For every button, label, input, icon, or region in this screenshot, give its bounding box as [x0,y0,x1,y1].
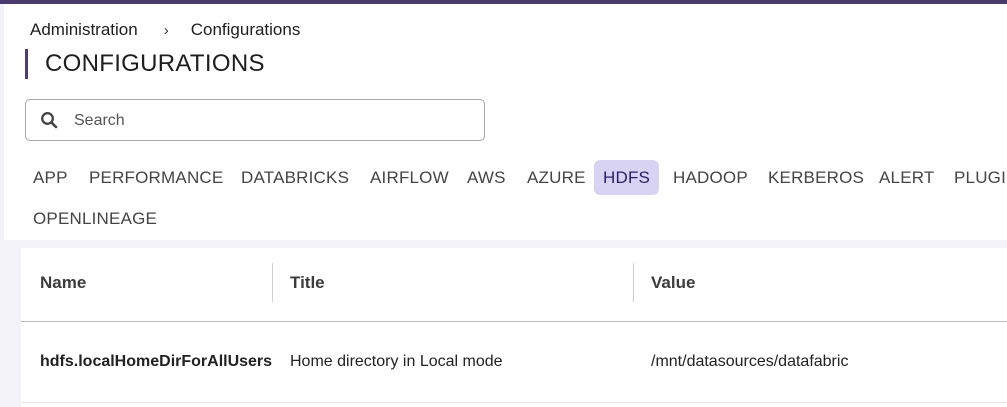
tab-app[interactable]: APP [24,160,77,195]
tab-aws[interactable]: AWS [458,160,515,195]
tab-hadoop[interactable]: HADOOP [664,160,757,195]
cell-title: Home directory in Local mode [290,353,503,370]
tab-hdfs[interactable]: HDFS [594,160,660,195]
tab-airflow[interactable]: AIRFLOW [361,160,458,195]
tab-openlineage[interactable]: OPENLINEAGE [24,201,166,236]
chevron-right-icon: › [163,21,169,39]
cell-value: /mnt/datasources/datafabric [651,353,849,370]
page-title-block: CONFIGURATIONS [25,49,265,79]
tab-alert[interactable]: ALERT [870,160,944,195]
column-header-title[interactable]: Title [290,248,325,321]
cell-name: hdfs.localHomeDirForAllUsers [40,353,273,370]
configurations-table: Name Title Value hdfs.localHomeDirForAll… [21,248,1007,407]
breadcrumb: Administration › Configurations [30,19,300,41]
table-row[interactable]: hdfs.localHomeDirForAllUsers Home direct… [21,322,1007,403]
column-divider[interactable] [272,263,273,302]
tab-azure[interactable]: AZURE [518,160,595,195]
page-title: CONFIGURATIONS [45,50,265,77]
column-header-name[interactable]: Name [40,248,86,321]
header-area: Administration › Configurations CONFIGUR… [4,4,1007,240]
tab-plugin[interactable]: PLUGIN [945,160,1007,195]
column-header-value[interactable]: Value [651,248,695,321]
search-box[interactable] [25,99,485,142]
breadcrumb-administration[interactable]: Administration [30,20,138,40]
tab-kerberos[interactable]: KERBEROS [759,160,873,195]
column-divider[interactable] [633,263,634,302]
breadcrumb-configurations: Configurations [190,20,301,39]
search-input[interactable] [72,100,476,142]
table-header: Name Title Value [21,248,1007,322]
search-icon [41,112,58,129]
tab-databricks[interactable]: DATABRICKS [232,160,358,195]
tab-performance[interactable]: PERFORMANCE [80,160,232,195]
